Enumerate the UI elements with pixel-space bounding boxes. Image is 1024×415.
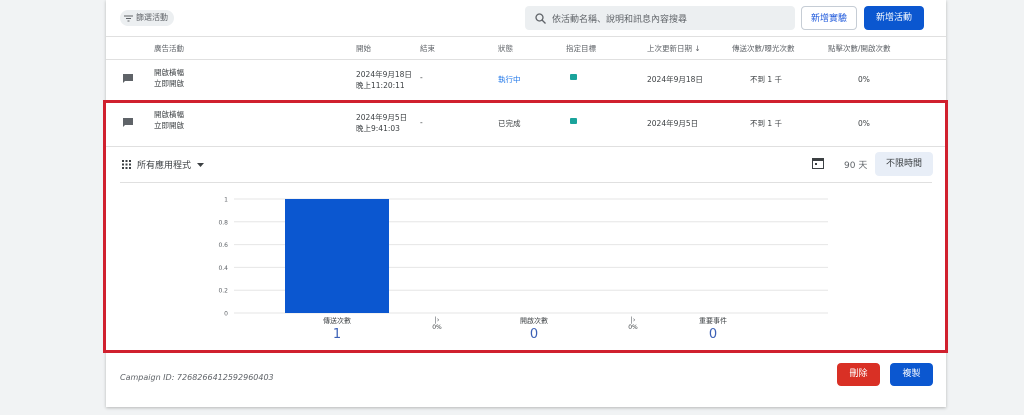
search-icon xyxy=(535,12,546,24)
search-placeholder: 依活動名稱、說明和訊息內容搜尋 xyxy=(552,14,688,25)
sort-arrow-icon: ↓ xyxy=(694,44,701,53)
end-date: - xyxy=(420,73,423,82)
status-badge: 執行中 xyxy=(498,75,521,84)
filter-icon xyxy=(124,15,133,21)
col-sends[interactable]: 傳送次數/曝光次數 xyxy=(732,43,795,54)
android-icon xyxy=(570,74,577,80)
filter-label: 篩選活動 xyxy=(136,13,168,22)
col-updated[interactable]: 上次更新日期 ↓ xyxy=(647,43,701,54)
col-end[interactable]: 結束 xyxy=(420,43,435,54)
updated-date: 2024年9月18日 xyxy=(647,75,703,84)
col-clicks[interactable]: 點擊次數/開啟次數 xyxy=(828,43,891,54)
highlight-box xyxy=(103,100,948,353)
col-start[interactable]: 開始 xyxy=(356,43,371,54)
table-row[interactable]: 開啟橫幅 立即開啟 2024年9月18日 晚上11:20:11 - 執行中 2024… xyxy=(106,58,946,103)
new-campaign-button[interactable]: 新增活動 xyxy=(864,6,924,30)
toolbar: 篩選活動 依活動名稱、說明和訊息內容搜尋 新增實驗 新增活動 xyxy=(106,0,946,36)
filter-chip[interactable]: 篩選活動 xyxy=(120,10,174,26)
col-updated-label: 上次更新日期 xyxy=(647,44,692,53)
search-input[interactable]: 依活動名稱、說明和訊息內容搜尋 xyxy=(525,6,795,30)
col-target[interactable]: 指定目標 xyxy=(566,43,596,54)
campaign-desc: 立即開啟 xyxy=(154,79,184,88)
sends-value: 不到 1 千 xyxy=(750,75,783,84)
new-experiment-button[interactable]: 新增實驗 xyxy=(801,6,857,30)
col-status[interactable]: 狀態 xyxy=(498,43,513,54)
campaign-id: Campaign ID: 7268266412592960403 xyxy=(120,373,274,382)
col-campaign[interactable]: 廣告活動 xyxy=(154,43,184,54)
copy-button[interactable]: 複製 xyxy=(890,363,933,386)
delete-button[interactable]: 刪除 xyxy=(837,363,880,386)
start-time: 晚上11:20:11 xyxy=(356,81,405,90)
table-header: 廣告活動 開始 結束 狀態 指定目標 上次更新日期 ↓ 傳送次數/曝光次數 點擊… xyxy=(106,36,946,60)
in-app-message-icon xyxy=(123,74,133,83)
start-date: 2024年9月18日 xyxy=(356,70,412,79)
clicks-value: 0% xyxy=(858,75,870,84)
campaign-name[interactable]: 開啟橫幅 xyxy=(154,67,184,78)
